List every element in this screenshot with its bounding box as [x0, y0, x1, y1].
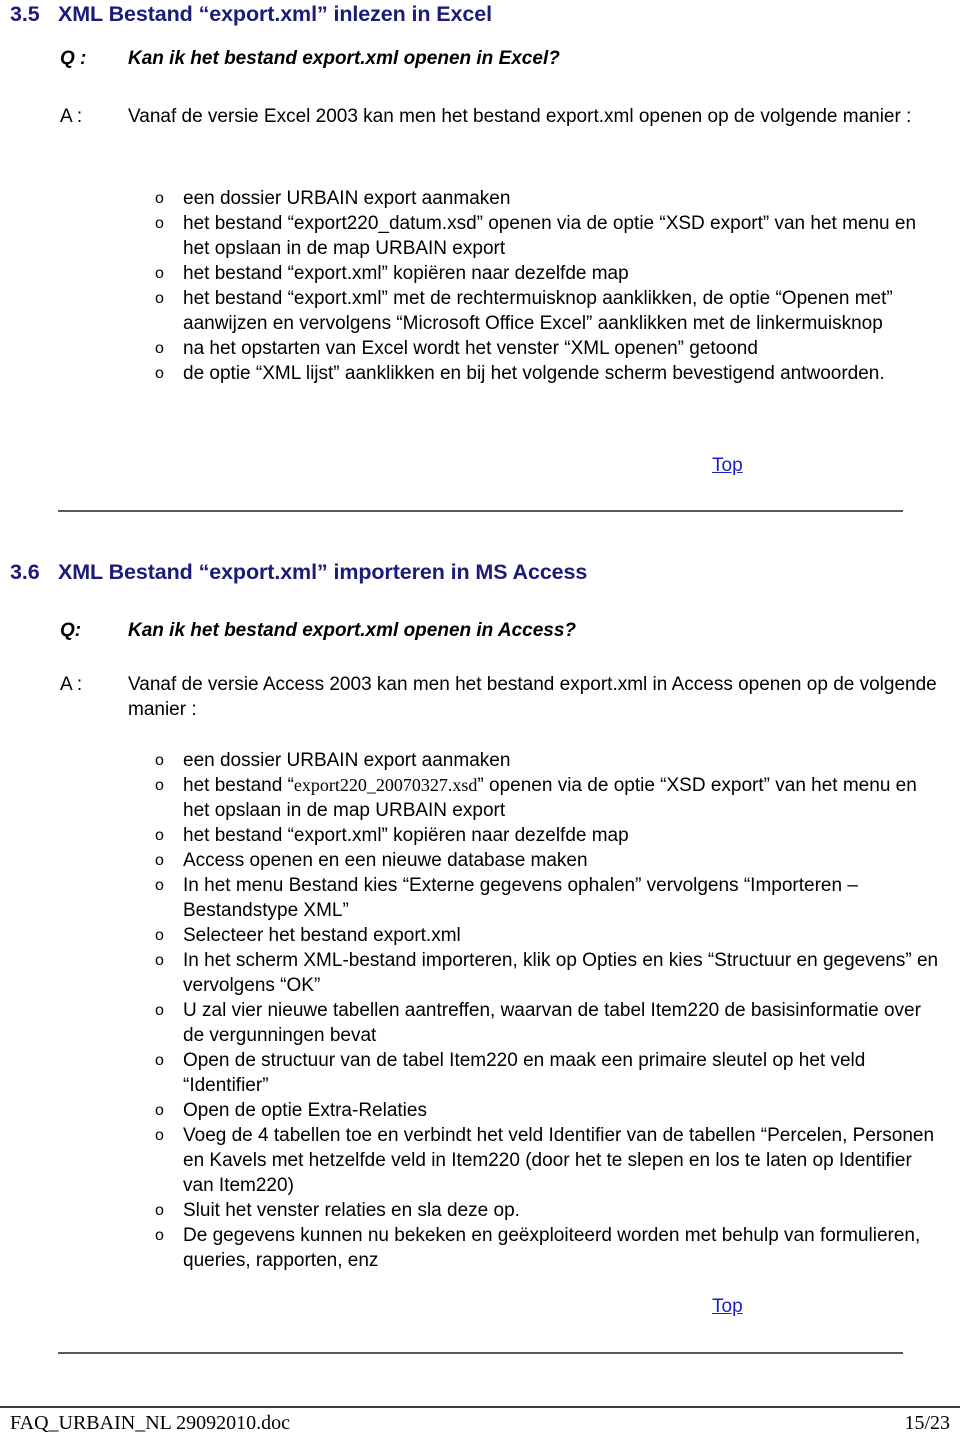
question-label-3-6: Q:	[60, 620, 82, 641]
answer-row-3-6: A : Vanaf de versie Access 2003 kan men …	[60, 672, 945, 722]
bullet-circle-icon: o	[155, 1052, 164, 1069]
question-text-3-5: Kan ik het bestand export.xml openen in …	[128, 48, 560, 69]
bullet-circle-icon: o	[155, 1202, 164, 1219]
list-item: o Sluit het venster relaties en sla deze …	[155, 1198, 945, 1223]
list-item-label: het bestand “export220_datum.xsd” openen…	[183, 213, 917, 259]
list-item-text-segment: het bestand “	[183, 775, 294, 796]
question-row-3-6: Q: Kan ik het bestand export.xml openen …	[60, 618, 945, 643]
bullet-circle-icon: o	[155, 852, 164, 869]
list-item: o een dossier URBAIN export aanmaken	[155, 186, 945, 211]
heading-3-6-number: 3.6	[10, 560, 40, 584]
list-item: o Open de structuur van de tabel Item220 …	[155, 1048, 945, 1098]
list-item-label: Voeg de 4 tabellen toe en verbindt het v…	[183, 1125, 935, 1196]
bullet-circle-icon: o	[155, 827, 164, 844]
list-item-label: het bestand “export.xml” kopiëren naar d…	[183, 263, 629, 284]
list-item-label: het bestand “export.xml” kopiëren naar d…	[183, 825, 629, 846]
list-item: o Open de optie Extra-Relaties	[155, 1098, 945, 1123]
list-item-label: het bestand “export220_20070327.xsd” ope…	[183, 775, 917, 821]
answer-text-3-6: Vanaf de versie Access 2003 kan men het …	[128, 674, 937, 720]
bullet-circle-icon: o	[155, 215, 164, 232]
list-item-label: de optie “XML lijst” aanklikken en bij h…	[183, 363, 885, 384]
footer-divider	[0, 1406, 960, 1408]
top-link-3-5[interactable]: Top	[712, 455, 743, 476]
heading-section-3-5: 3.5 XML Bestand “export.xml” inlezen in …	[10, 2, 940, 27]
list-item-label: Access openen en een nieuwe database mak…	[183, 850, 588, 871]
list-item-label: In het scherm XML-bestand importeren, kl…	[183, 950, 939, 996]
top-link-3-6[interactable]: Top	[712, 1296, 743, 1317]
list-item-label: een dossier URBAIN export aanmaken	[183, 188, 511, 209]
list-item: o de optie “XML lijst” aanklikken en bij …	[155, 361, 945, 386]
list-item-label: Selecteer het bestand export.xml	[183, 925, 461, 946]
footer-document-name: FAQ_URBAIN_NL 29092010.doc	[10, 1412, 290, 1434]
question-text-3-6: Kan ik het bestand export.xml openen in …	[128, 620, 577, 641]
bullet-circle-icon: o	[155, 1127, 164, 1144]
section-divider-3-5	[58, 510, 903, 512]
list-item-label: Sluit het venster relaties en sla deze o…	[183, 1200, 520, 1221]
bullet-circle-icon: o	[155, 1002, 164, 1019]
section-divider-3-6	[58, 1352, 903, 1354]
bullet-circle-icon: o	[155, 777, 164, 794]
bullet-circle-icon: o	[155, 365, 164, 382]
bullet-circle-icon: o	[155, 340, 164, 357]
list-item: o In het menu Bestand kies “Externe gegev…	[155, 873, 945, 923]
document-page: 3.5 XML Bestand “export.xml” inlezen in …	[0, 0, 960, 1444]
list-item: o het bestand “export.xml” kopiëren naar …	[155, 261, 945, 286]
list-item-label: een dossier URBAIN export aanmaken	[183, 750, 511, 771]
list-item-label: na het opstarten van Excel wordt het ven…	[183, 338, 758, 359]
bullet-circle-icon: o	[155, 927, 164, 944]
bullet-circle-icon: o	[155, 265, 164, 282]
bullet-circle-icon: o	[155, 190, 164, 207]
list-item-label: U zal vier nieuwe tabellen aantreffen, w…	[183, 1000, 921, 1046]
list-item-label: De gegevens kunnen nu bekeken en geëxplo…	[183, 1225, 921, 1271]
filename-text: export220_20070327.xsd	[293, 775, 478, 795]
list-item-label: Open de structuur van de tabel Item220 e…	[183, 1050, 866, 1096]
bullet-circle-icon: o	[155, 1227, 164, 1244]
bullet-circle-icon: o	[155, 952, 164, 969]
list-item: o het bestand “export.xml” met de rechter…	[155, 286, 945, 336]
footer-page-number: 15/23	[904, 1412, 950, 1434]
steps-list-3-6: o een dossier URBAIN export aanmaken o het …	[155, 748, 945, 1273]
heading-3-5-number: 3.5	[10, 2, 40, 26]
list-item-label: In het menu Bestand kies “Externe gegeve…	[183, 875, 858, 921]
list-item: o het bestand “export220_20070327.xsd” op…	[155, 773, 945, 823]
heading-3-5-title: XML Bestand “export.xml” inlezen in Exce…	[58, 2, 492, 26]
list-item: o Voeg de 4 tabellen toe en verbindt het …	[155, 1123, 945, 1198]
heading-section-3-6: 3.6 XML Bestand “export.xml” importeren …	[10, 560, 940, 585]
list-item: o Access openen en een nieuwe database ma…	[155, 848, 945, 873]
answer-text-3-5: Vanaf de versie Excel 2003 kan men het b…	[128, 106, 912, 127]
top-link-wrap-3-5: Top	[712, 455, 743, 477]
bullet-circle-icon: o	[155, 877, 164, 894]
heading-3-6-title: XML Bestand “export.xml” importeren in M…	[58, 560, 588, 584]
question-label-3-5: Q :	[60, 48, 87, 69]
question-row-3-5: Q : Kan ik het bestand export.xml openen…	[60, 46, 945, 71]
list-item: o een dossier URBAIN export aanmaken	[155, 748, 945, 773]
bullet-circle-icon: o	[155, 752, 164, 769]
answer-row-3-5: A : Vanaf de versie Excel 2003 kan men h…	[60, 104, 945, 129]
steps-list-3-5: o een dossier URBAIN export aanmaken o het …	[155, 186, 945, 386]
list-item-label: Open de optie Extra-Relaties	[183, 1100, 427, 1121]
bullet-circle-icon: o	[155, 1102, 164, 1119]
answer-label-3-6: A :	[60, 674, 83, 695]
list-item: o In het scherm XML-bestand importeren, k…	[155, 948, 945, 998]
page-footer: FAQ_URBAIN_NL 29092010.doc 15/23	[10, 1412, 950, 1435]
list-item: o na het opstarten van Excel wordt het ve…	[155, 336, 945, 361]
list-item: o Selecteer het bestand export.xml	[155, 923, 945, 948]
list-item: o De gegevens kunnen nu bekeken en geëxpl…	[155, 1223, 945, 1273]
list-item: o het bestand “export220_datum.xsd” opene…	[155, 211, 945, 261]
list-item: o het bestand “export.xml” kopiëren naar …	[155, 823, 945, 848]
bullet-circle-icon: o	[155, 290, 164, 307]
top-link-wrap-3-6: Top	[712, 1296, 743, 1318]
list-item: o U zal vier nieuwe tabellen aantreffen, …	[155, 998, 945, 1048]
answer-label-3-5: A :	[60, 106, 83, 127]
list-item-label: het bestand “export.xml” met de rechterm…	[183, 288, 893, 334]
